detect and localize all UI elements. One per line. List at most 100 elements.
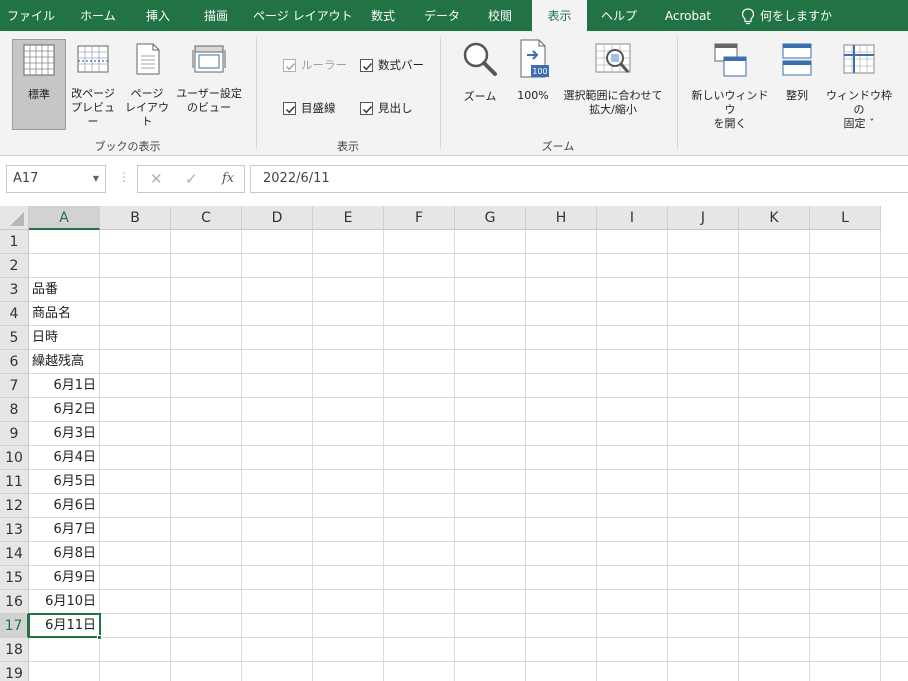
custom-views-button[interactable]: ユーザー設定 のビュー (174, 39, 244, 130)
tab-draw[interactable]: 描画 (194, 0, 238, 31)
column-header-c[interactable]: C (171, 206, 242, 230)
zoom-button[interactable]: ズーム (455, 39, 505, 130)
row-header-15[interactable]: 15 (0, 566, 29, 590)
column-header-a[interactable]: A (29, 206, 100, 230)
row-header-18[interactable]: 18 (0, 638, 29, 662)
row-header-9[interactable]: 9 (0, 422, 29, 446)
cell-a4[interactable]: 商品名 (29, 302, 100, 326)
cell-a6[interactable]: 繰越残高 (29, 350, 100, 374)
tab-insert[interactable]: 挿入 (136, 0, 180, 31)
select-all-triangle-icon (10, 212, 24, 226)
fill-handle[interactable] (97, 635, 102, 640)
row-header-16[interactable]: 16 (0, 590, 29, 614)
cell-a14[interactable]: 6月8日 (29, 542, 100, 566)
name-box[interactable]: A17 ▼ (6, 165, 106, 193)
row-header-19[interactable]: 19 (0, 662, 29, 681)
insert-function-icon[interactable]: fx (222, 171, 234, 186)
ribbon-tab-bar: ファイル ホーム 挿入 描画 ページ レイアウト 数式 データ 校閲 表示 ヘル… (0, 0, 908, 31)
workbook-views-group-label: ブックの表示 (94, 140, 161, 153)
formula-buttons: ✕ ✓ fx (137, 165, 245, 193)
ribbon-view: 標準 改ページ プレビュー ページ レイアウト ユーザー設定 のビュー ブックの… (0, 31, 908, 156)
lightbulb-icon (741, 8, 755, 25)
tab-page-layout[interactable]: ページ レイアウト (253, 0, 353, 31)
column-header-g[interactable]: G (455, 206, 526, 230)
cell-a16[interactable]: 6月10日 (29, 590, 100, 614)
zoom-label: ズーム (463, 90, 497, 103)
cell-a10[interactable]: 6月4日 (29, 446, 100, 470)
formula-bar-checkbox[interactable]: 数式バー (360, 57, 424, 73)
row-header-14[interactable]: 14 (0, 542, 29, 566)
formula-bar-grip-icon[interactable]: ⋮ (118, 170, 130, 184)
row-header-10[interactable]: 10 (0, 446, 29, 470)
group-separator (256, 37, 257, 149)
page-layout-view-button[interactable]: ページ レイアウト (121, 39, 173, 130)
cell-a8[interactable]: 6月2日 (29, 398, 100, 422)
row-header-6[interactable]: 6 (0, 350, 29, 374)
column-header-k[interactable]: K (739, 206, 810, 230)
freeze-panes-label-2: 固定 ˇ (843, 117, 875, 130)
ruler-checkbox[interactable]: ルーラー (283, 57, 347, 73)
page-break-preview-button[interactable]: 改ページ プレビュー (68, 39, 118, 130)
row-header-13[interactable]: 13 (0, 518, 29, 542)
tab-data[interactable]: データ (420, 0, 464, 31)
cell-a11[interactable]: 6月5日 (29, 470, 100, 494)
zoom-100-button[interactable]: 100 100% (510, 39, 556, 130)
new-window-label-1: 新しいウィンドウ (691, 89, 769, 116)
column-header-j[interactable]: J (668, 206, 739, 230)
zoom-to-selection-button[interactable]: 選択範囲に合わせて 拡大/縮小 (560, 39, 666, 130)
row-header-2[interactable]: 2 (0, 254, 29, 278)
zoom-to-selection-label-2: 拡大/縮小 (589, 103, 637, 116)
cell-a5[interactable]: 日時 (29, 326, 100, 350)
tab-formulas[interactable]: 数式 (361, 0, 405, 31)
chevron-down-icon[interactable]: ▼ (93, 166, 99, 192)
new-window-button[interactable]: 新しいウィンドウ を開く (690, 39, 770, 130)
row-header-11[interactable]: 11 (0, 470, 29, 494)
normal-view-button[interactable]: 標準 (12, 39, 66, 130)
cell-a13[interactable]: 6月7日 (29, 518, 100, 542)
column-header-l[interactable]: L (810, 206, 881, 230)
formula-input[interactable]: 2022/6/11 (250, 165, 908, 193)
tab-view[interactable]: 表示 (532, 0, 587, 31)
enter-icon[interactable]: ✓ (185, 170, 198, 188)
formula-bar-area: A17 ▼ ⋮ ✕ ✓ fx 2022/6/11 (0, 156, 908, 206)
magnifier-icon (463, 42, 497, 76)
freeze-panes-button[interactable]: ウィンドウ枠の 固定 ˇ (822, 39, 896, 130)
active-cell-border[interactable] (28, 613, 101, 638)
cell-a12[interactable]: 6月6日 (29, 494, 100, 518)
column-header-e[interactable]: E (313, 206, 384, 230)
row-header-12[interactable]: 12 (0, 494, 29, 518)
cancel-icon[interactable]: ✕ (150, 170, 163, 188)
tab-help[interactable]: ヘルプ (597, 0, 641, 31)
arrange-all-icon (782, 43, 812, 76)
headings-checkbox[interactable]: 見出し (360, 100, 413, 116)
custom-views-label-1: ユーザー設定 (176, 87, 242, 100)
page-break-preview-label-2: プレビュー (71, 101, 115, 128)
column-header-b[interactable]: B (100, 206, 171, 230)
row-gridline (29, 565, 908, 566)
cell-a7[interactable]: 6月1日 (29, 374, 100, 398)
tab-file[interactable]: ファイル (6, 0, 56, 31)
row-header-3[interactable]: 3 (0, 278, 29, 302)
row-header-5[interactable]: 5 (0, 326, 29, 350)
tab-home[interactable]: ホーム (73, 0, 123, 31)
row-gridline (29, 373, 908, 374)
arrange-all-button[interactable]: 整列 (775, 39, 819, 130)
column-header-h[interactable]: H (526, 206, 597, 230)
cell-a9[interactable]: 6月3日 (29, 422, 100, 446)
gridlines-checkbox[interactable]: 目盛線 (283, 100, 336, 116)
column-header-i[interactable]: I (597, 206, 668, 230)
row-header-4[interactable]: 4 (0, 302, 29, 326)
cell-a15[interactable]: 6月9日 (29, 566, 100, 590)
cell-a3[interactable]: 品番 (29, 278, 100, 302)
row-header-17[interactable]: 17 (0, 614, 29, 638)
row-header-1[interactable]: 1 (0, 230, 29, 254)
select-all-button[interactable] (0, 206, 29, 230)
row-header-7[interactable]: 7 (0, 374, 29, 398)
tab-acrobat[interactable]: Acrobat (658, 0, 718, 31)
tab-review[interactable]: 校閲 (478, 0, 522, 31)
column-header-f[interactable]: F (384, 206, 455, 230)
column-header-d[interactable]: D (242, 206, 313, 230)
row-header-8[interactable]: 8 (0, 398, 29, 422)
tell-me-search[interactable]: 何をしますか (760, 0, 840, 31)
page-layout-label-1: ページ (130, 87, 164, 100)
